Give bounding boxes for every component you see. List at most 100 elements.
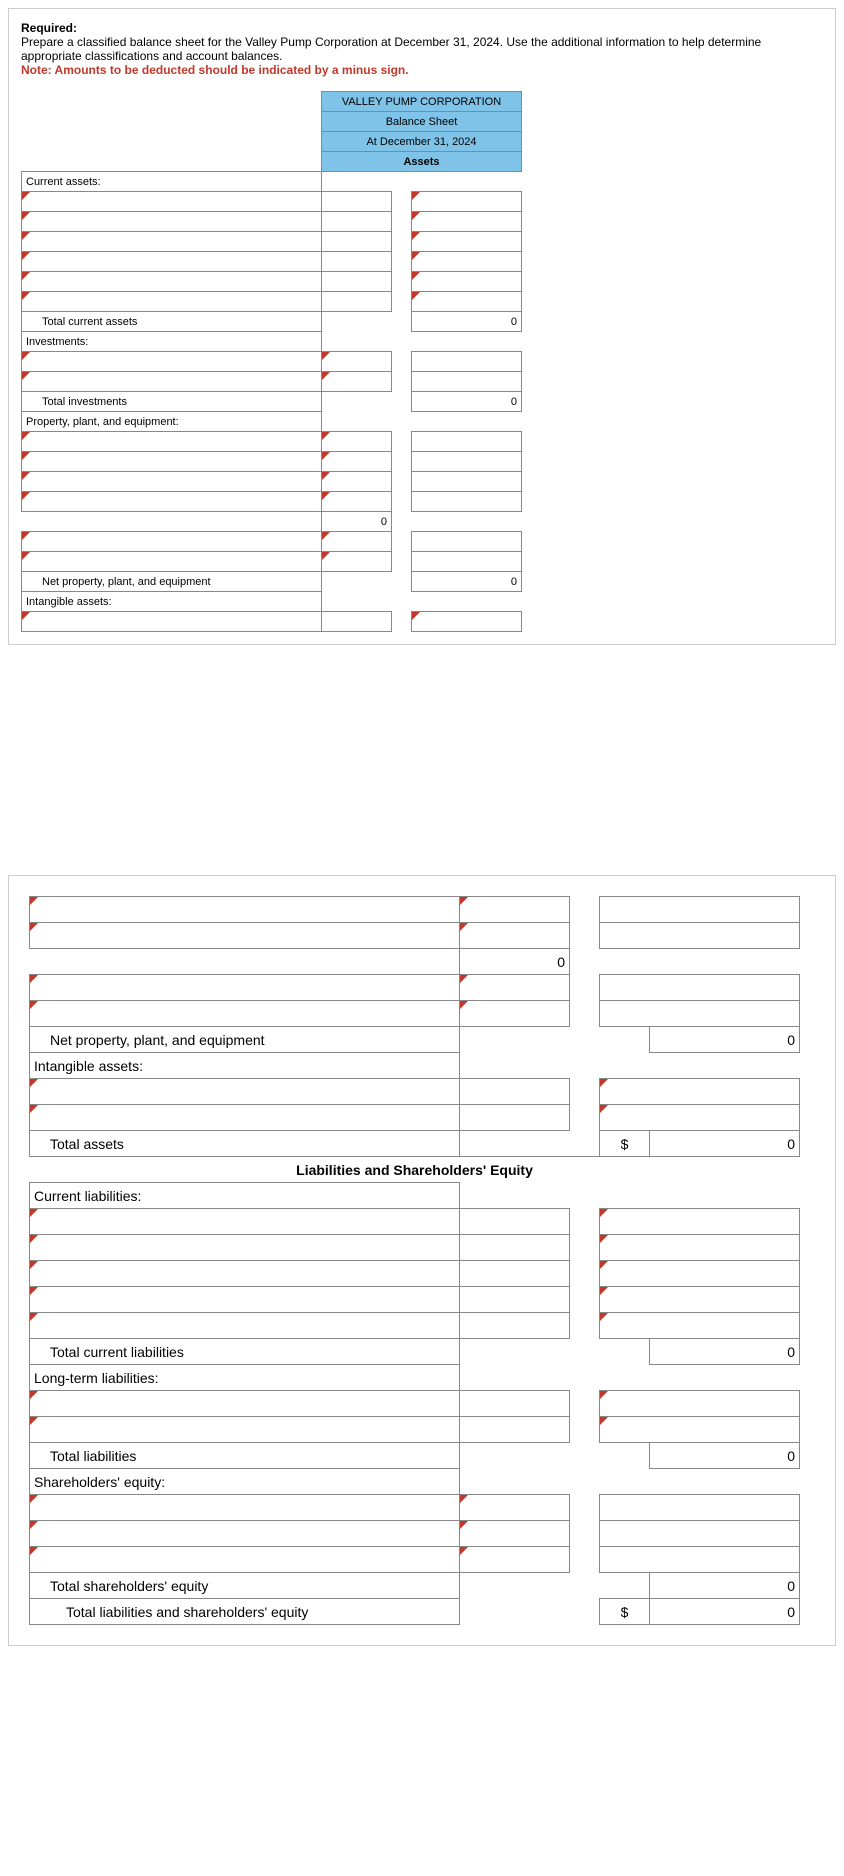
input-inv-2-v2[interactable] (412, 372, 522, 392)
input-ppe-3-v1[interactable] (322, 472, 392, 492)
input-cl-5[interactable] (30, 1313, 460, 1339)
input-cl-2-v1[interactable] (460, 1235, 570, 1261)
input-ppe-2-v1[interactable] (322, 452, 392, 472)
input-b-1-v2[interactable] (600, 897, 800, 923)
input-b-2-v2[interactable] (600, 923, 800, 949)
input-ca-2-v1[interactable] (322, 212, 392, 232)
input-ca-3-v1[interactable] (322, 232, 392, 252)
input-ltl-2-v1[interactable] (460, 1417, 570, 1443)
input-ppe-4[interactable] (22, 492, 322, 512)
input-int-1-v1[interactable] (322, 612, 392, 632)
input-ppe-4-v1[interactable] (322, 492, 392, 512)
input-b-2[interactable] (30, 923, 460, 949)
input-ca-6-v2[interactable] (412, 292, 522, 312)
input-ca-5[interactable] (22, 272, 322, 292)
input-int2-1-v1[interactable] (460, 1079, 570, 1105)
input-int2-2-v1[interactable] (460, 1105, 570, 1131)
input-ca-3-v2[interactable] (412, 232, 522, 252)
value-total-current-liabilities: 0 (650, 1339, 800, 1365)
input-cl-3[interactable] (30, 1261, 460, 1287)
input-ltl-1-v2[interactable] (600, 1391, 800, 1417)
input-ca-6-v1[interactable] (322, 292, 392, 312)
input-ppe-1-v1[interactable] (322, 432, 392, 452)
input-int2-2-v2[interactable] (600, 1105, 800, 1131)
input-ca-2[interactable] (22, 212, 322, 232)
input-se-3[interactable] (30, 1547, 460, 1573)
input-b-3[interactable] (30, 975, 460, 1001)
input-ppe-5[interactable] (22, 532, 322, 552)
label-intangible: Intangible assets: (22, 592, 322, 612)
value-b-subtotal: 0 (460, 949, 570, 975)
input-cl-4[interactable] (30, 1287, 460, 1313)
input-ppe-5-v2[interactable] (412, 532, 522, 552)
input-ltl-1-v1[interactable] (460, 1391, 570, 1417)
input-inv-2[interactable] (22, 372, 322, 392)
input-se-2[interactable] (30, 1521, 460, 1547)
input-se-1-v1[interactable] (460, 1495, 570, 1521)
input-ca-6[interactable] (22, 292, 322, 312)
input-cl-2[interactable] (30, 1235, 460, 1261)
input-cl-1-v2[interactable] (600, 1209, 800, 1235)
input-b-4-v1[interactable] (460, 1001, 570, 1027)
input-int-1-v2[interactable] (412, 612, 522, 632)
input-ltl-1[interactable] (30, 1391, 460, 1417)
input-inv-1-v2[interactable] (412, 352, 522, 372)
input-ltl-2-v2[interactable] (600, 1417, 800, 1443)
input-ppe-3-v2[interactable] (412, 472, 522, 492)
input-cl-4-v2[interactable] (600, 1287, 800, 1313)
input-cl-3-v2[interactable] (600, 1261, 800, 1287)
input-ca-1-v1[interactable] (322, 192, 392, 212)
input-ca-4-v2[interactable] (412, 252, 522, 272)
input-ppe-2-v2[interactable] (412, 452, 522, 472)
input-b-4-v2[interactable] (600, 1001, 800, 1027)
input-ppe-1-v2[interactable] (412, 432, 522, 452)
input-inv-1-v1[interactable] (322, 352, 392, 372)
input-int2-1-v2[interactable] (600, 1079, 800, 1105)
input-ppe-6[interactable] (22, 552, 322, 572)
input-ppe-4-v2[interactable] (412, 492, 522, 512)
input-b-4[interactable] (30, 1001, 460, 1027)
input-cl-5-v1[interactable] (460, 1313, 570, 1339)
input-ppe-1[interactable] (22, 432, 322, 452)
input-int-1[interactable] (22, 612, 322, 632)
input-se-3-v1[interactable] (460, 1547, 570, 1573)
input-ltl-2[interactable] (30, 1417, 460, 1443)
input-ca-5-v1[interactable] (322, 272, 392, 292)
input-ca-5-v2[interactable] (412, 272, 522, 292)
input-se-1[interactable] (30, 1495, 460, 1521)
input-ppe-3[interactable] (22, 472, 322, 492)
input-ppe-6-v2[interactable] (412, 552, 522, 572)
input-ca-1-v2[interactable] (412, 192, 522, 212)
input-ppe-6-v1[interactable] (322, 552, 392, 572)
input-b-3-v2[interactable] (600, 975, 800, 1001)
input-b-1[interactable] (30, 897, 460, 923)
input-cl-1[interactable] (30, 1209, 460, 1235)
label-current-liabilities: Current liabilities: (30, 1183, 460, 1209)
input-b-2-v1[interactable] (460, 923, 570, 949)
input-inv-1[interactable] (22, 352, 322, 372)
input-int2-1[interactable] (30, 1079, 460, 1105)
value-net-ppe: 0 (412, 572, 522, 592)
input-se-1-v2[interactable] (600, 1495, 800, 1521)
input-cl-3-v1[interactable] (460, 1261, 570, 1287)
input-ca-4-v1[interactable] (322, 252, 392, 272)
input-b-1-v1[interactable] (460, 897, 570, 923)
input-ppe-2[interactable] (22, 452, 322, 472)
input-ca-4[interactable] (22, 252, 322, 272)
input-se-3-v2[interactable] (600, 1547, 800, 1573)
input-int2-2[interactable] (30, 1105, 460, 1131)
input-se-2-v1[interactable] (460, 1521, 570, 1547)
input-cl-1-v1[interactable] (460, 1209, 570, 1235)
input-cl-4-v1[interactable] (460, 1287, 570, 1313)
input-b-3-v1[interactable] (460, 975, 570, 1001)
input-ca-3[interactable] (22, 232, 322, 252)
input-cl-2-v2[interactable] (600, 1235, 800, 1261)
input-inv-2-v1[interactable] (322, 372, 392, 392)
label-total-lse: Total liabilities and shareholders' equi… (30, 1599, 460, 1625)
input-ca-1[interactable] (22, 192, 322, 212)
label-total-current-assets: Total current assets (22, 312, 322, 332)
input-se-2-v2[interactable] (600, 1521, 800, 1547)
input-cl-5-v2[interactable] (600, 1313, 800, 1339)
input-ca-2-v2[interactable] (412, 212, 522, 232)
input-ppe-5-v1[interactable] (322, 532, 392, 552)
